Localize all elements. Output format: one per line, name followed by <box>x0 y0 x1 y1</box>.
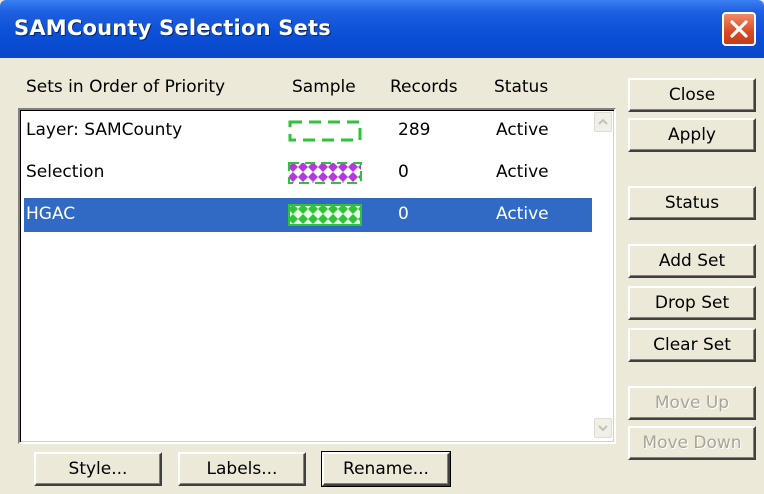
column-header-sample: Sample <box>292 77 356 97</box>
sample-dashed-outline <box>288 120 362 142</box>
window-title: SAMCounty Selection Sets <box>14 16 331 40</box>
title-bar[interactable]: SAMCounty Selection Sets <box>0 0 764 58</box>
sample-green-pattern <box>288 204 362 226</box>
set-status: Active <box>496 162 549 182</box>
list-item-hgac[interactable]: HGAC 0 Active <box>24 198 592 232</box>
close-button[interactable]: Close <box>628 78 756 112</box>
drop-set-button[interactable]: Drop Set <box>628 286 756 320</box>
list-scrollbar[interactable] <box>594 112 612 440</box>
set-records: 0 <box>398 162 409 182</box>
rename-button[interactable]: Rename... <box>321 451 451 487</box>
column-header-sets: Sets in Order of Priority <box>26 77 226 97</box>
set-name: Selection <box>26 162 105 182</box>
set-name: Layer: SAMCounty <box>26 120 183 140</box>
scroll-down-arrow-icon <box>598 425 608 432</box>
style-button[interactable]: Style... <box>34 452 162 486</box>
scroll-up-button[interactable] <box>594 112 612 132</box>
move-up-button[interactable]: Move Up <box>628 386 756 420</box>
move-down-button[interactable]: Move Down <box>628 426 756 460</box>
set-records: 289 <box>398 120 431 140</box>
apply-button[interactable]: Apply <box>628 118 756 152</box>
scroll-up-arrow-icon <box>598 118 608 125</box>
set-status: Active <box>496 120 549 140</box>
set-records: 0 <box>398 204 409 224</box>
column-header-status: Status <box>494 77 549 97</box>
selection-sets-list[interactable]: Layer: SAMCounty 289 Active Selection 0 … <box>18 108 616 444</box>
set-status: Active <box>496 204 549 224</box>
scroll-down-button[interactable] <box>594 418 612 438</box>
status-button[interactable]: Status <box>628 186 756 220</box>
list-item-selection[interactable]: Selection 0 Active <box>24 156 592 190</box>
add-set-button[interactable]: Add Set <box>628 244 756 278</box>
set-name: HGAC <box>26 204 76 224</box>
window-close-button[interactable] <box>722 12 756 46</box>
sample-purple-pattern <box>288 162 362 184</box>
labels-button[interactable]: Labels... <box>178 452 306 486</box>
clear-set-button[interactable]: Clear Set <box>628 328 756 362</box>
close-x-icon <box>730 20 748 38</box>
list-item-layer-samcounty[interactable]: Layer: SAMCounty 289 Active <box>24 114 592 148</box>
column-header-records: Records <box>390 77 458 97</box>
